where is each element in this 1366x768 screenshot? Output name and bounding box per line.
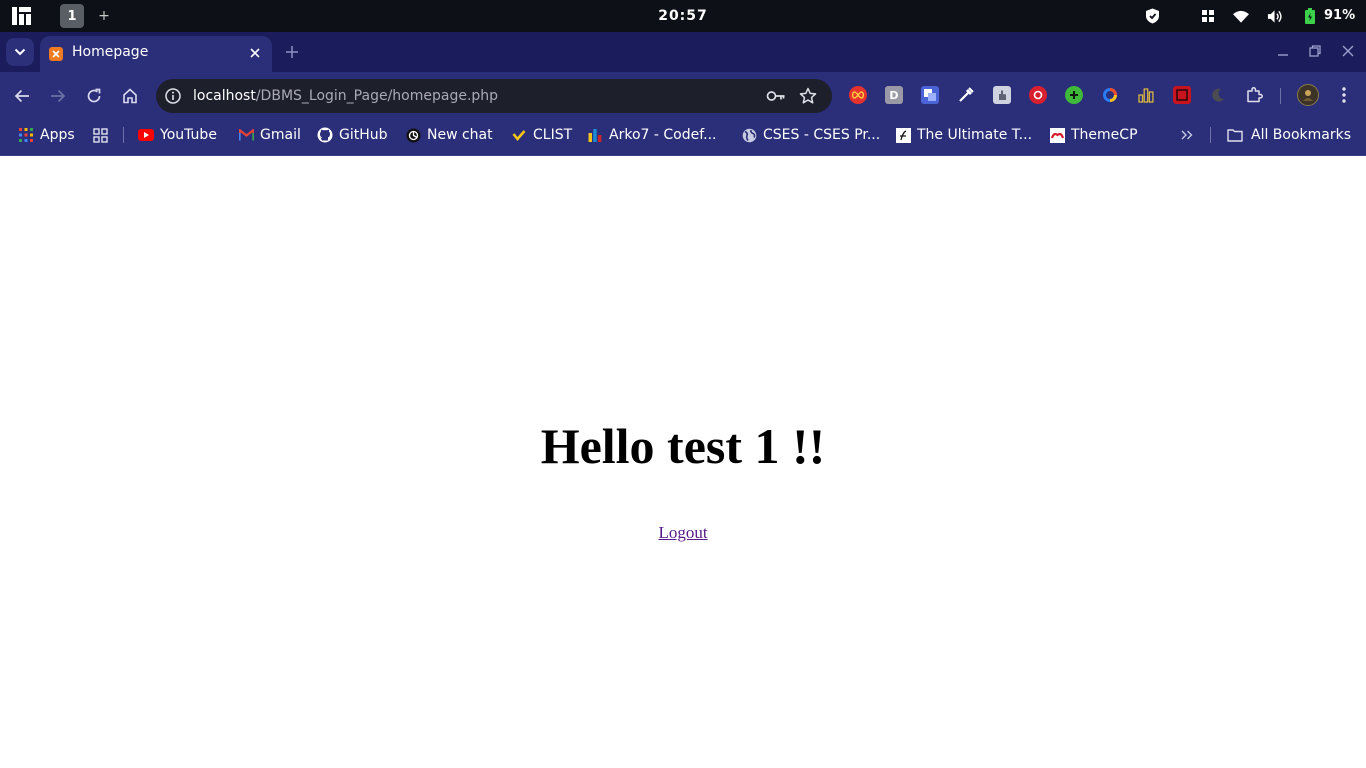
double-chevron-right-icon — [1179, 127, 1195, 143]
color-picker-extension-icon[interactable] — [957, 86, 975, 104]
hand-extension-icon[interactable] — [993, 86, 1011, 104]
apps-grid-icon — [18, 127, 34, 143]
battery-percentage: 91% — [1324, 8, 1356, 23]
logout-link[interactable]: Logout — [0, 522, 1366, 544]
tab-search-button[interactable] — [6, 38, 34, 66]
restore-window-icon[interactable] — [1308, 44, 1322, 58]
bookmark-label: Gmail — [260, 127, 301, 143]
bookmark-clist[interactable]: CLIST — [511, 120, 572, 150]
workspace-indicator[interactable]: 1 — [60, 4, 84, 28]
tab-groups-icon — [92, 127, 108, 143]
bookmark-label: GitHub — [339, 127, 388, 143]
close-tab-icon[interactable] — [246, 44, 264, 62]
bookmark-label: YouTube — [160, 127, 217, 143]
openai-icon — [405, 127, 421, 143]
bookmark-label: Arko7 - Codef... — [609, 127, 717, 143]
new-tab-button[interactable] — [282, 42, 302, 62]
battery-icon[interactable] — [1302, 8, 1318, 24]
dark-mode-moon-icon[interactable] — [1209, 86, 1227, 104]
chevron-down-icon — [14, 48, 26, 56]
chart-ring-extension-icon[interactable] — [1101, 86, 1119, 104]
xampp-favicon-icon — [49, 47, 63, 61]
bookmark-apps[interactable]: Apps — [18, 120, 75, 150]
d-extension-icon[interactable]: D — [885, 86, 903, 104]
forward-arrow-icon[interactable] — [46, 84, 70, 108]
bookmark-label: New chat — [427, 127, 493, 143]
bookmark-label: ThemeCP — [1071, 127, 1138, 143]
add-workspace-button[interactable]: + — [97, 6, 111, 26]
tab-title: Homepage — [72, 44, 149, 60]
infinity-extension-icon[interactable] — [849, 86, 867, 104]
bookmark-github[interactable]: GitHub — [317, 120, 388, 150]
terminal-extension-icon[interactable] — [1173, 86, 1191, 104]
record-extension-icon[interactable] — [1029, 86, 1047, 104]
all-bookmarks-button[interactable]: All Bookmarks — [1227, 120, 1351, 150]
volume-icon[interactable] — [1267, 8, 1283, 24]
gmail-icon — [238, 127, 254, 143]
manjaro-logo-icon[interactable] — [12, 7, 31, 25]
globe-icon — [741, 127, 757, 143]
clist-icon — [511, 127, 527, 143]
folder-icon — [1227, 127, 1243, 143]
bookmark-label: All Bookmarks — [1251, 127, 1352, 143]
web-page-content: Hello test 1 !! Logout — [0, 156, 1366, 768]
browser-tab-strip: Homepage — [0, 32, 1366, 72]
extensions-puzzle-icon[interactable] — [1245, 86, 1263, 104]
wifi-icon[interactable] — [1233, 8, 1249, 24]
ultimate-topic-list-icon — [895, 127, 911, 143]
github-icon — [317, 127, 333, 143]
bookmark-star-icon[interactable] — [799, 87, 817, 105]
themecp-icon — [1049, 127, 1065, 143]
profile-avatar[interactable] — [1297, 84, 1319, 106]
bookmark-label: CLIST — [533, 127, 573, 143]
bookmarks-bar: Apps YouTube Gmail GitHub New chat CLIST… — [0, 120, 1366, 156]
translate-extension-icon[interactable] — [921, 86, 939, 104]
url-path: /DBMS_Login_Page/homepage.php — [255, 88, 499, 104]
greeting-heading: Hello test 1 !! — [540, 418, 826, 474]
toolbar-divider — [1280, 88, 1281, 104]
bookmark-codeforces[interactable]: Arko7 - Codef... — [587, 120, 716, 150]
add-extension-icon[interactable] — [1065, 86, 1083, 104]
minimize-window-icon[interactable] — [1276, 44, 1290, 58]
youtube-icon — [138, 127, 154, 143]
bookmark-separator — [123, 127, 124, 143]
bookmark-gmail[interactable]: Gmail — [238, 120, 301, 150]
more-bookmarks-button[interactable] — [1179, 120, 1201, 150]
browser-menu-icon[interactable] — [1335, 86, 1353, 104]
bar-chart-extension-icon[interactable] — [1137, 86, 1155, 104]
system-clock[interactable]: 20:57 — [640, 0, 726, 32]
address-bar[interactable]: localhost/DBMS_Login_Page/homepage.php — [156, 79, 832, 113]
back-arrow-icon[interactable] — [10, 84, 34, 108]
plus-icon — [286, 46, 298, 58]
os-top-bar: 1 + 20:57 91% — [0, 0, 1366, 32]
reload-icon[interactable] — [82, 84, 106, 108]
bookmark-youtube[interactable]: YouTube — [138, 120, 217, 150]
bookmark-label: CSES - CSES Pr... — [763, 127, 881, 143]
site-info-icon[interactable] — [165, 88, 181, 104]
bookmark-separator — [1210, 127, 1211, 143]
bookmark-ultimate-topic-list[interactable]: The Ultimate T... — [895, 120, 1032, 150]
app-grid-icon[interactable] — [1200, 8, 1216, 24]
bookmark-new-chat[interactable]: New chat — [405, 120, 493, 150]
close-window-icon[interactable] — [1341, 44, 1355, 58]
password-key-icon[interactable] — [766, 88, 786, 104]
tab-homepage[interactable]: Homepage — [40, 36, 272, 72]
url-host: localhost — [193, 88, 256, 104]
bookmark-themecp[interactable]: ThemeCP — [1049, 120, 1138, 150]
vpn-shield-icon[interactable] — [1144, 8, 1160, 24]
home-icon[interactable] — [118, 84, 142, 108]
tab-groups-button[interactable] — [92, 120, 114, 150]
bookmark-cses[interactable]: CSES - CSES Pr... — [741, 120, 880, 150]
bookmark-label: The Ultimate T... — [917, 127, 1033, 143]
bookmark-label: Apps — [40, 127, 75, 143]
codeforces-icon — [587, 127, 603, 143]
url-text[interactable]: localhost/DBMS_Login_Page/homepage.php — [193, 79, 498, 113]
browser-toolbar: localhost/DBMS_Login_Page/homepage.php D — [0, 72, 1366, 120]
